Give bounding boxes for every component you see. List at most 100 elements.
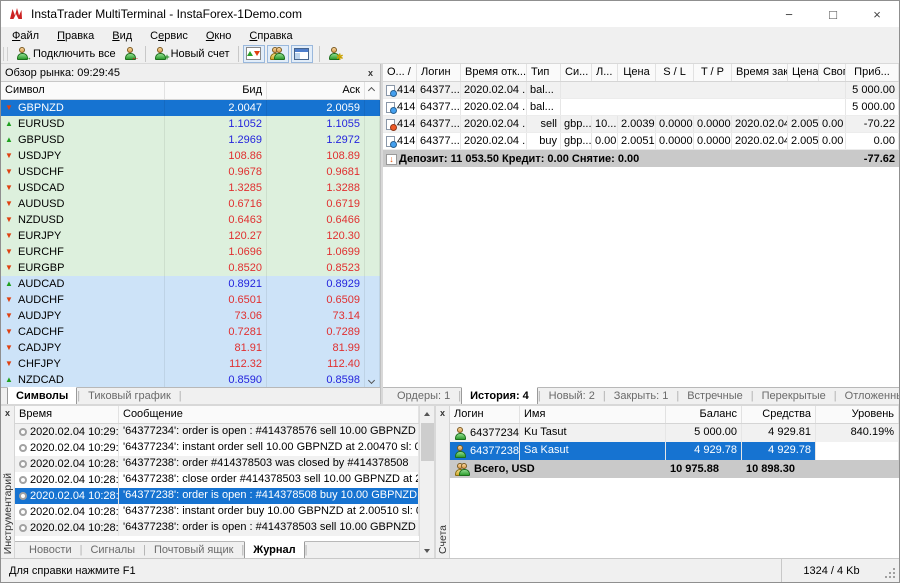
history-col-sl[interactable]: S / L (656, 64, 694, 81)
scroll-down-button[interactable] (420, 543, 434, 558)
market-row-eurusd[interactable]: ▲EURUSD1.10521.1055 (1, 116, 380, 132)
market-row-gbpusd[interactable]: ▲GBPUSD1.29691.2972 (1, 132, 380, 148)
menu-item-tools[interactable]: Сервис (141, 27, 197, 44)
scroll-up-button[interactable] (420, 406, 434, 421)
menu-item-edit[interactable]: Правка (48, 27, 103, 44)
disconnect-all-button[interactable]: ← (120, 45, 141, 63)
history-col-open-time[interactable]: Время отк... (461, 64, 527, 81)
market-row-nzdcad[interactable]: ▲NZDCAD0.85900.8598 (1, 372, 380, 387)
market-row-audchf[interactable]: ▼AUDCHF0.65010.6509 (1, 292, 380, 308)
market-row-usdcad[interactable]: ▼USDCAD1.32851.3288 (1, 180, 380, 196)
account-row-64377234[interactable]: 64377234Ku Tasut5 000.004 929.81840.19% (450, 424, 899, 442)
history-col-swap[interactable]: Своп (819, 64, 846, 81)
accounts-col-balance[interactable]: Баланс (666, 406, 742, 423)
accounts-col-equity[interactable]: Средства (742, 406, 816, 423)
history-col-price[interactable]: Цена (618, 64, 656, 81)
market-row-eurchf[interactable]: ▼EURCHF1.06961.0699 (1, 244, 380, 260)
journal-row[interactable]: 2020.02.04 10:28:...'64377238': order is… (15, 520, 419, 536)
scrollbar-thumb[interactable] (421, 423, 434, 461)
layout-toggle-button[interactable] (291, 45, 313, 63)
maximize-button[interactable]: □ (811, 1, 855, 27)
orders-tab-4[interactable]: Встречные (679, 388, 751, 403)
journal-time: 2020.02.04 10:29:... (30, 441, 119, 456)
close-button[interactable]: × (855, 1, 899, 27)
toolbox-close-icon[interactable]: x (5, 408, 10, 418)
history-col-type[interactable]: Тип (527, 64, 561, 81)
market-col-symbol[interactable]: Символ (1, 82, 165, 99)
history-row[interactable]: 414...64377...2020.02.04 ...bal...5 000.… (383, 82, 899, 99)
market-col-ask[interactable]: Аск (267, 82, 365, 99)
market-row-cadchf[interactable]: ▼CADCHF0.72810.7289 (1, 324, 380, 340)
ask-cell: 108.89 (267, 148, 365, 164)
history-col-close-price[interactable]: Цена (788, 64, 819, 81)
accounts-col-level[interactable]: Уровень (816, 406, 899, 423)
journal-col-time[interactable]: Время (15, 406, 119, 423)
toolbar-grip[interactable] (3, 47, 8, 61)
account-row-64377238[interactable]: 64377238Sa Kasut4 929.784 929.78 (450, 442, 899, 460)
journal-row[interactable]: 2020.02.04 10:28:...'64377238': close or… (15, 472, 419, 488)
history-col-login[interactable]: Логин (417, 64, 461, 81)
account-settings-button[interactable]: ✱ (324, 45, 345, 63)
market-row-cadjpy[interactable]: ▼CADJPY81.9181.99 (1, 340, 380, 356)
market-row-gbpnzd[interactable]: ▼GBPNZD2.00472.0059 (1, 100, 380, 116)
history-col-close-time[interactable]: Время зак... (732, 64, 788, 81)
journal-tab-2[interactable]: Почтовый ящик (146, 542, 241, 557)
journal-row[interactable]: 2020.02.04 10:29:...'64377234': instant … (15, 440, 419, 456)
journal-row[interactable]: 2020.02.04 10:29:...'64377234': order is… (15, 424, 419, 440)
journal-scrollbar[interactable] (419, 406, 434, 558)
orders-tab-2[interactable]: Новый: 2 (541, 388, 603, 403)
market-row-eurjpy[interactable]: ▼EURJPY120.27120.30 (1, 228, 380, 244)
orders-tab-1[interactable]: История: 4 (461, 387, 538, 404)
new-account-button[interactable]: + Новый счет (150, 45, 234, 63)
accounts-close-icon[interactable]: x (440, 408, 445, 418)
orders-tab-5[interactable]: Перекрытые (754, 388, 834, 403)
market-row-usdchf[interactable]: ▼USDCHF0.96780.9681 (1, 164, 380, 180)
resize-grip[interactable] (881, 559, 899, 582)
journal-tab-1[interactable]: Сигналы (82, 542, 143, 557)
market-row-audusd[interactable]: ▼AUDUSD0.67160.6719 (1, 196, 380, 212)
menu-item-window[interactable]: Окно (197, 27, 241, 44)
history-row[interactable]: 414...64377...2020.02.04 ...sellgbp...10… (383, 116, 899, 133)
market-row-usdjpy[interactable]: ▼USDJPY108.86108.89 (1, 148, 380, 164)
orders-tab-3[interactable]: Закрыть: 1 (606, 388, 677, 403)
history-col-order[interactable]: О... / (383, 64, 417, 81)
history-col-symbol[interactable]: Си... (561, 64, 592, 81)
journal-tab-3[interactable]: Журнал (244, 541, 304, 558)
journal-row[interactable]: 2020.02.04 10:28:...'64377238': instant … (15, 504, 419, 520)
history-col-lots[interactable]: Л... (592, 64, 618, 81)
accounts-col-name[interactable]: Имя (520, 406, 666, 423)
journal-col-message[interactable]: Сообщение (119, 406, 419, 423)
menu-item-view[interactable]: Вид (103, 27, 141, 44)
journal-row[interactable]: 2020.02.04 10:28:...'64377238': order #4… (15, 456, 419, 472)
accounts-toggle-button[interactable] (267, 45, 289, 63)
orders-tab-6[interactable]: Отложенный: 1 (837, 388, 899, 403)
market-tab-1[interactable]: Тиковый график (80, 388, 179, 403)
market-row-audcad[interactable]: ▲AUDCAD0.89210.8929 (1, 276, 380, 292)
chevron-down-icon[interactable] (368, 377, 375, 384)
journal-tab-0[interactable]: Новости (21, 542, 80, 557)
menu-item-file[interactable]: Файл (3, 27, 48, 44)
market-row-chfjpy[interactable]: ▼CHFJPY112.32112.40 (1, 356, 380, 372)
market-row-nzdusd[interactable]: ▼NZDUSD0.64630.6466 (1, 212, 380, 228)
accounts-vertical-label[interactable]: Счета (437, 525, 449, 554)
history-col-profit[interactable]: Приб... (846, 64, 899, 81)
accounts-col-login[interactable]: Логин (450, 406, 520, 423)
app-window: InstaTrader MultiTerminal - InstaForex-1… (0, 0, 900, 583)
market-row-audjpy[interactable]: ▼AUDJPY73.0673.14 (1, 308, 380, 324)
market-scroll-up-icon[interactable] (365, 82, 380, 99)
orders-tab-0[interactable]: Ордеры: 1 (389, 388, 458, 403)
market-tab-0[interactable]: Символы (7, 387, 77, 405)
history-row[interactable]: 414...64377...2020.02.04 ...buygbp...0.0… (383, 133, 899, 150)
market-watch-toggle-button[interactable] (243, 45, 265, 63)
toolbox-vertical-label[interactable]: Инструментарий (2, 473, 14, 554)
history-row[interactable]: 414...64377...2020.02.04 ...bal...5 000.… (383, 99, 899, 116)
market-col-bid[interactable]: Бид (165, 82, 267, 99)
menu-item-help[interactable]: Справка (240, 27, 301, 44)
market-watch-close-icon[interactable]: x (365, 68, 376, 78)
history-col-tp[interactable]: T / P (694, 64, 732, 81)
journal-row[interactable]: 2020.02.04 10:28:...'64377238': order is… (15, 488, 419, 504)
history-rows: 414...64377...2020.02.04 ...bal...5 000.… (383, 82, 899, 150)
connect-all-button[interactable]: → Подключить все (12, 45, 120, 63)
minimize-button[interactable]: − (767, 1, 811, 27)
market-row-eurgbp[interactable]: ▼EURGBP0.85200.8523 (1, 260, 380, 276)
